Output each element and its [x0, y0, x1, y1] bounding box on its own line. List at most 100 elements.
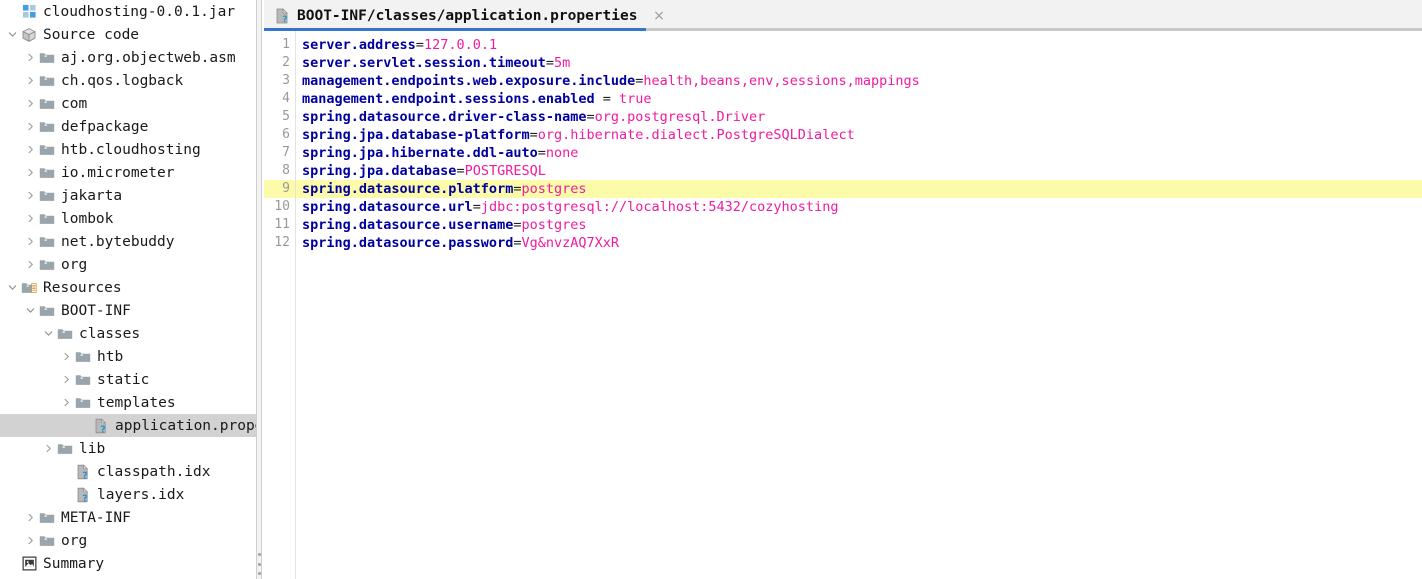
tree-item-label: net.bytebuddy — [61, 233, 175, 250]
editor-tab-label: BOOT-INF/classes/application.properties — [297, 7, 638, 24]
splitter-drag-handle[interactable] — [257, 553, 261, 575]
code-line[interactable]: spring.datasource.driver-class-name=org.… — [295, 108, 1422, 126]
line-number: 8 — [282, 163, 290, 178]
code-line[interactable]: server.servlet.session.timeout=5m — [295, 54, 1422, 72]
tree-item-defpackage[interactable]: defpackage — [0, 115, 256, 138]
chevron-right-icon[interactable] — [59, 375, 74, 384]
tree-item-source-code[interactable]: Source code — [0, 23, 256, 46]
tree-item-org[interactable]: org — [0, 529, 256, 552]
code-line[interactable]: spring.jpa.database-platform=org.hiberna… — [295, 126, 1422, 144]
folder-icon — [56, 441, 74, 457]
package-folder-icon — [38, 96, 56, 112]
chevron-right-icon[interactable] — [23, 99, 38, 108]
chevron-down-icon[interactable] — [23, 306, 38, 315]
tree-item-templates[interactable]: templates — [0, 391, 256, 414]
unknown-file-icon: ? — [74, 463, 92, 480]
chevron-right-icon[interactable] — [23, 191, 38, 200]
code-line[interactable]: server.address=127.0.0.1 — [295, 36, 1422, 54]
property-key: server.servlet.session.timeout — [302, 55, 546, 71]
tree-item-htb-cloudhosting[interactable]: htb.cloudhosting — [0, 138, 256, 161]
code-content[interactable]: server.address=127.0.0.1 server.servlet.s… — [295, 31, 1422, 579]
tree-item-lombok[interactable]: lombok — [0, 207, 256, 230]
tree-item-summary[interactable]: Summary — [0, 552, 256, 575]
tree-item-meta-inf[interactable]: META-INF — [0, 506, 256, 529]
chevron-right-icon[interactable] — [59, 352, 74, 361]
code-line[interactable]: management.endpoint.sessions.enabled = t… — [295, 90, 1422, 108]
chevron-right-icon[interactable] — [59, 398, 74, 407]
chevron-right-icon[interactable] — [23, 214, 38, 223]
tree-item-htb[interactable]: htb — [0, 345, 256, 368]
line-number: 12 — [274, 235, 290, 250]
code-line[interactable]: spring.datasource.platform=postgres — [295, 180, 1422, 198]
tree-item-label: lib — [79, 440, 106, 457]
svg-text:?: ? — [82, 470, 88, 480]
code-viewer[interactable]: 1 2 3 4 5 6 7 8 9 10 11 12 server.address=127.0.0.1… — [264, 31, 1422, 579]
chevron-right-icon[interactable] — [23, 145, 38, 154]
chevron-right-icon[interactable] — [23, 168, 38, 177]
close-icon[interactable]: × — [651, 8, 666, 23]
tree-item-label: templates — [97, 394, 176, 411]
code-line[interactable]: management.endpoints.web.exposure.includ… — [295, 72, 1422, 90]
tree-item-classes[interactable]: classes — [0, 322, 256, 345]
property-value: 5m — [553, 55, 571, 71]
chevron-right-icon[interactable] — [23, 53, 38, 62]
package-folder-icon — [38, 234, 56, 250]
tree-item-net-bytebuddy[interactable]: net.bytebuddy — [0, 230, 256, 253]
tree-item-resources[interactable]: Resources — [0, 276, 256, 299]
property-value: 127.0.0.1 — [423, 37, 498, 53]
project-tree-panel[interactable]: cloudhosting-0.0.1.jar Source code aj.org.… — [0, 0, 256, 579]
code-line[interactable]: spring.datasource.url=jdbc:postgresql://… — [295, 198, 1422, 216]
package-folder-icon — [38, 257, 56, 273]
chevron-right-icon[interactable] — [23, 260, 38, 269]
tree-item-cloudhosting-0-0-1-jar[interactable]: cloudhosting-0.0.1.jar — [0, 0, 256, 23]
tree-item-label: htb — [97, 348, 124, 365]
property-separator: = — [545, 55, 554, 71]
package-folder-icon — [38, 73, 56, 89]
chevron-right-icon[interactable] — [41, 444, 56, 453]
chevron-right-icon[interactable] — [23, 237, 38, 246]
tree-item-lib[interactable]: lib — [0, 437, 256, 460]
editor-tab-application-properties[interactable]: ? BOOT-INF/classes/application.propertie… — [264, 0, 672, 31]
package-folder-icon — [38, 211, 56, 227]
line-number: 9 — [264, 180, 295, 198]
code-line[interactable]: spring.datasource.password=Vg&nvzAQ7XxR — [295, 234, 1422, 252]
svg-text:?: ? — [100, 424, 106, 434]
code-line[interactable]: spring.jpa.database=POSTGRESQL — [295, 162, 1422, 180]
property-value: true — [619, 91, 652, 107]
tree-item-boot-inf[interactable]: BOOT-INF — [0, 299, 256, 322]
sidebar-splitter[interactable] — [256, 0, 262, 579]
line-number: 11 — [274, 217, 290, 232]
chevron-right-icon[interactable] — [23, 536, 38, 545]
tree-item-label: classes — [79, 325, 141, 342]
chevron-down-icon[interactable] — [41, 329, 56, 338]
property-key: spring.jpa.hibernate.ddl-auto — [302, 145, 538, 161]
chevron-right-icon[interactable] — [23, 76, 38, 85]
code-line[interactable]: spring.jpa.hibernate.ddl-auto=none — [295, 144, 1422, 162]
tree-item-classpath-idx[interactable]: ? classpath.idx — [0, 460, 256, 483]
tree-item-org[interactable]: org — [0, 253, 256, 276]
tree-item-label: application.properties — [115, 417, 256, 434]
chevron-right-icon[interactable] — [23, 122, 38, 131]
tree-item-layers-idx[interactable]: ? layers.idx — [0, 483, 256, 506]
chevron-right-icon[interactable] — [23, 513, 38, 522]
tree-item-application-properties[interactable]: ? application.properties — [0, 414, 256, 437]
tree-item-label: cloudhosting-0.0.1.jar — [43, 3, 236, 20]
folder-icon — [74, 349, 92, 365]
property-value: health,beans,env,sessions,mappings — [643, 73, 920, 89]
property-key: management.endpoints.web.exposure.includ… — [302, 73, 636, 89]
chevron-down-icon[interactable] — [5, 30, 20, 39]
tree-item-label: classpath.idx — [97, 463, 211, 480]
tree-item-jakarta[interactable]: jakarta — [0, 184, 256, 207]
tree-item-com[interactable]: com — [0, 92, 256, 115]
splitter-dot — [257, 572, 261, 575]
tree-item-aj-org-objectweb-asm[interactable]: aj.org.objectweb.asm — [0, 46, 256, 69]
tree-item-static[interactable]: static — [0, 368, 256, 391]
code-line[interactable]: spring.datasource.username=postgres — [295, 216, 1422, 234]
line-number: 3 — [282, 73, 290, 88]
tree-item-io-micrometer[interactable]: io.micrometer — [0, 161, 256, 184]
chevron-down-icon[interactable] — [5, 283, 20, 292]
tree-item-label: META-INF — [61, 509, 131, 526]
summary-icon — [20, 556, 38, 572]
property-separator: = — [529, 127, 538, 143]
tree-item-ch-qos-logback[interactable]: ch.qos.logback — [0, 69, 256, 92]
